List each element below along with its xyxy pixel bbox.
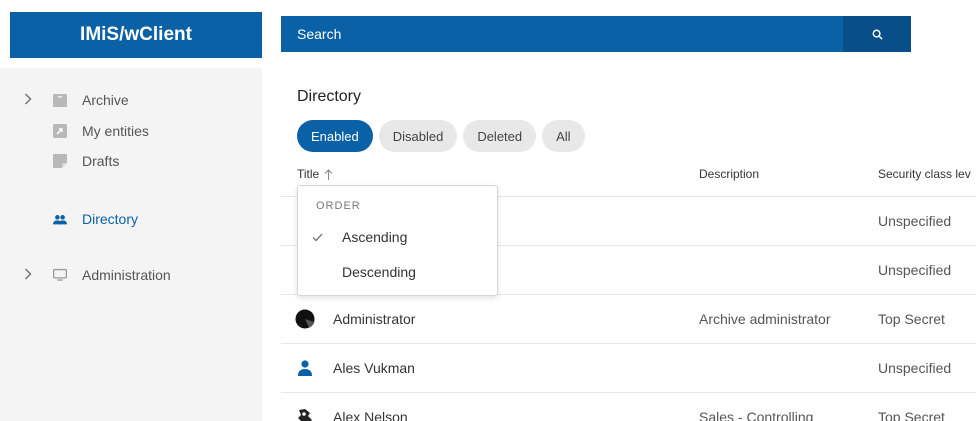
filter-all-chip[interactable]: All	[542, 120, 585, 152]
column-header-label: Title	[297, 167, 320, 181]
row-description: Archive administrator	[699, 311, 831, 327]
menu-option-label: Ascending	[342, 229, 408, 245]
table-row[interactable]: Ales Vukman Unspecified	[281, 343, 976, 392]
archive-icon	[53, 93, 67, 107]
table-row[interactable]: Alex Nelson Sales - Controlling Top Secr…	[281, 392, 976, 421]
row-description: Sales - Controlling	[699, 409, 814, 421]
sidebar-item-label: Directory	[82, 211, 139, 227]
page-title: Directory	[297, 88, 362, 105]
row-security: Unspecified	[878, 360, 952, 376]
row-security: Unspecified	[878, 213, 952, 229]
filter-chips: Enabled Disabled Deleted All	[297, 120, 585, 152]
avatar	[295, 407, 315, 421]
row-security: Unspecified	[878, 262, 952, 278]
sidebar-item-my-entities[interactable]: My entities	[0, 118, 262, 144]
menu-option-descending[interactable]: Descending	[298, 257, 497, 287]
my-entities-icon	[53, 124, 67, 138]
sidebar-item-archive[interactable]: Archive	[0, 87, 262, 113]
menu-option-ascending[interactable]: Ascending	[298, 222, 497, 252]
filter-deleted-chip[interactable]: Deleted	[463, 120, 537, 152]
app-title[interactable]: IMiS/wClient	[10, 12, 262, 58]
column-header-description[interactable]: Description	[699, 167, 759, 181]
sort-arrow-up-icon	[324, 168, 333, 180]
check-icon	[312, 230, 323, 245]
filter-disabled-chip[interactable]: Disabled	[378, 120, 458, 152]
menu-option-label: Descending	[342, 264, 416, 280]
table-row[interactable]: Administrator Archive administrator Top …	[281, 294, 976, 343]
sidebar: Archive My entities Drafts Directory Adm…	[0, 68, 262, 421]
column-header-security[interactable]: Security class lev	[878, 167, 971, 181]
person-icon	[295, 358, 315, 378]
people-icon	[53, 212, 67, 226]
monitor-icon	[53, 268, 67, 282]
row-title: Alex Nelson	[333, 409, 408, 421]
row-security: Top Secret	[878, 311, 945, 327]
top-bar: IMiS/wClient	[0, 0, 976, 68]
drafts-icon	[53, 154, 67, 168]
sidebar-item-label: Archive	[82, 92, 129, 108]
search-input[interactable]	[281, 16, 841, 52]
sidebar-item-label: Drafts	[82, 153, 120, 169]
sidebar-item-drafts[interactable]: Drafts	[0, 148, 262, 174]
sidebar-item-directory[interactable]: Directory	[0, 206, 262, 232]
menu-heading: ORDER	[316, 200, 361, 212]
sidebar-item-label: My entities	[82, 123, 149, 139]
filter-enabled-chip[interactable]: Enabled	[297, 120, 373, 152]
chevron-right-icon[interactable]	[24, 267, 32, 283]
row-title: Ales Vukman	[333, 360, 415, 376]
search-bar	[281, 16, 911, 52]
row-security: Top Secret	[878, 409, 945, 421]
avatar	[295, 309, 315, 329]
sort-order-menu: ORDER Ascending Descending	[297, 185, 498, 296]
chevron-right-icon[interactable]	[24, 92, 32, 108]
sidebar-item-label: Administration	[82, 267, 171, 283]
row-title: Administrator	[333, 311, 416, 327]
search-icon	[872, 29, 883, 40]
sidebar-item-administration[interactable]: Administration	[0, 262, 262, 288]
column-header-title[interactable]: Title	[297, 167, 333, 181]
search-button[interactable]	[843, 16, 911, 52]
